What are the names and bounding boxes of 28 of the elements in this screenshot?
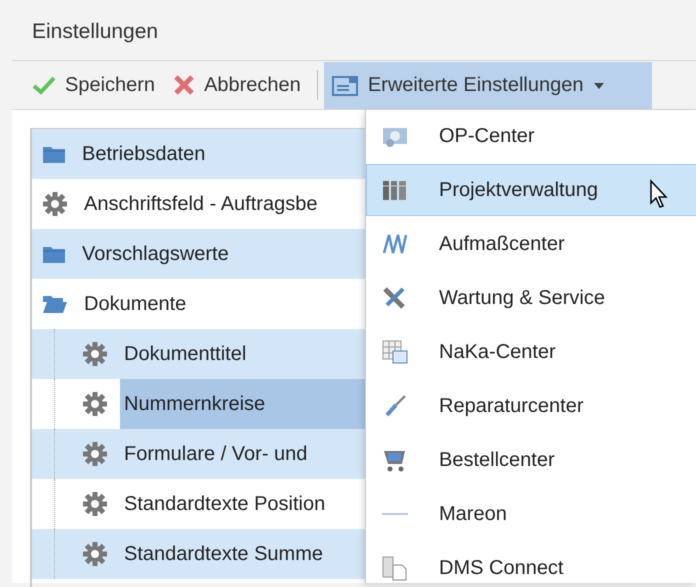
gear-icon [82,391,108,417]
window-icon [332,74,358,96]
tree-item-label: Formulare / Vor- und [123,442,308,466]
save-button[interactable]: Speichern [26,65,162,105]
cross-icon [173,74,196,96]
tree-item-label: Dokumenttitel [123,342,248,366]
check-icon [32,75,56,95]
folder-icon [42,144,66,164]
tree-item-label: Vorschlagswerte [81,242,230,266]
window-title: Einstellungen [31,19,160,45]
caret-icon [594,82,604,88]
cancel-button[interactable]: Abbrechen [167,65,307,105]
gear-icon [42,191,68,217]
gear-icon [82,491,108,517]
gear-icon [82,441,108,467]
menu-item[interactable]: Projektverwaltung [366,164,696,216]
tree-item-label: Standardtexte Position [123,492,326,516]
folder-icon [42,244,66,264]
tree-item-label: Dokumente [83,292,188,316]
advanced-settings-dropdown[interactable]: Erweiterte Einstellungen [324,62,652,109]
tree-item-label: Standardtexte Summe [123,542,324,566]
mouse-pointer-icon [649,179,669,209]
tree-item-label: Betriebsdaten [81,142,206,166]
logo-icon [381,512,409,516]
gear-icon [82,341,108,367]
table-sum-icon [381,339,409,365]
tree-item-label: Anschriftsfeld - Auftragsbe [83,192,318,216]
gear-icon [82,541,108,567]
